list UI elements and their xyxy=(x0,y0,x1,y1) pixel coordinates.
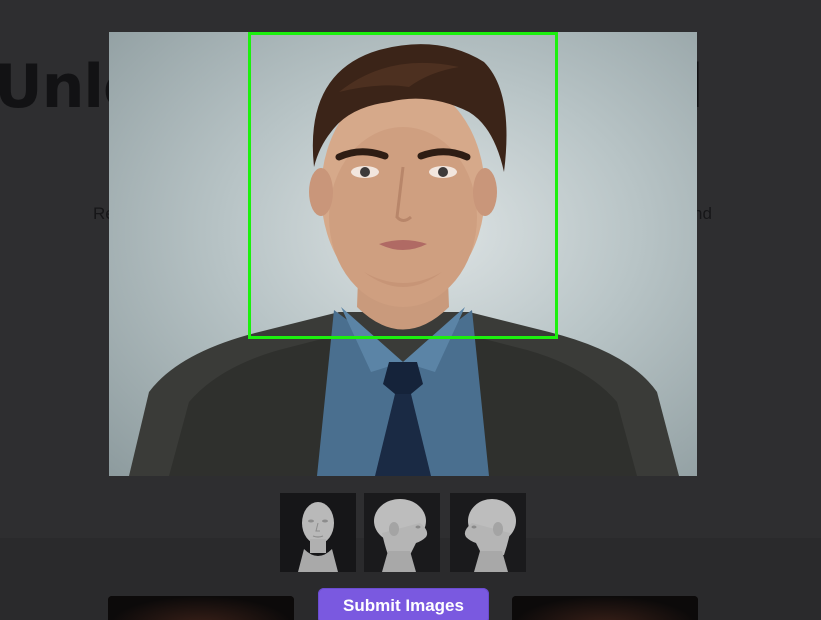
head-left-icon xyxy=(450,493,526,572)
background-card xyxy=(108,596,294,620)
head-right-thumbnail[interactable] xyxy=(364,493,440,572)
head-front-icon xyxy=(280,493,356,572)
head-left-thumbnail[interactable] xyxy=(450,493,526,572)
face-detection-box xyxy=(248,32,558,339)
background-card xyxy=(512,596,698,620)
head-front-thumbnail[interactable] xyxy=(280,493,356,572)
submit-images-button[interactable]: Submit Images xyxy=(318,588,489,620)
head-right-icon xyxy=(364,493,440,572)
